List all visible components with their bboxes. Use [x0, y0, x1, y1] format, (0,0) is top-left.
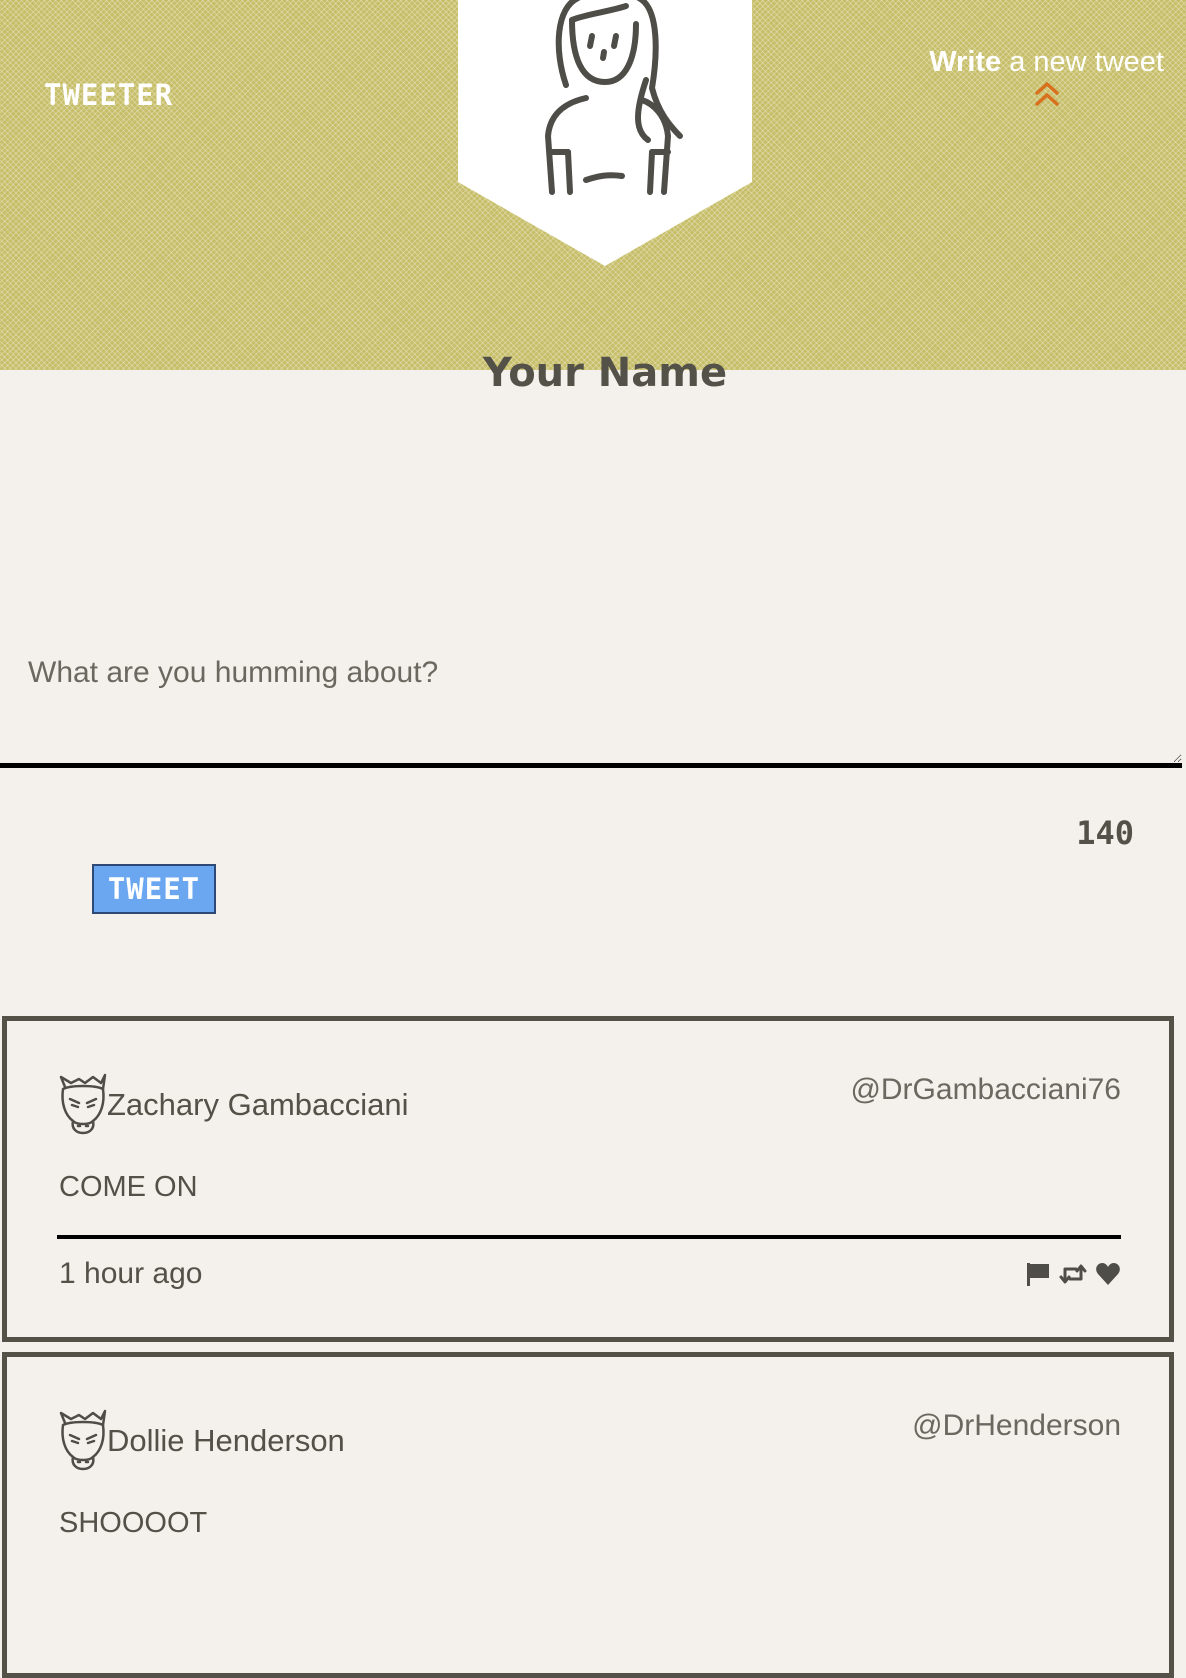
tweet-actions	[1025, 1261, 1121, 1287]
user-avatar-icon	[59, 1073, 107, 1135]
tweet-text: COME ON	[59, 1171, 198, 1203]
tweet-button[interactable]: TWEET	[92, 864, 216, 914]
tweet-text: SHOOOOT	[59, 1507, 208, 1539]
tweet-author-handle[interactable]: @DrGambacciani76	[850, 1073, 1121, 1107]
tweet-footer: 1 hour ago	[57, 1235, 1121, 1315]
profile-header: TWEETER Write a new tweet	[0, 0, 1186, 370]
tweet-author-name[interactable]: Dollie Henderson	[107, 1423, 345, 1459]
tweet-card: Zachary Gambacciani @DrGambacciani76 COM…	[2, 1016, 1174, 1342]
flag-icon[interactable]	[1025, 1261, 1051, 1287]
profile-avatar	[458, 0, 752, 266]
character-counter: 140	[1076, 814, 1134, 852]
retweet-icon[interactable]	[1059, 1261, 1087, 1287]
profile-name: Your Name	[482, 350, 728, 396]
brand-logo[interactable]: TWEETER	[44, 78, 173, 112]
user-avatar-icon	[59, 1409, 107, 1471]
write-new-tweet-link[interactable]: Write a new tweet	[929, 46, 1164, 109]
heart-icon[interactable]	[1095, 1262, 1121, 1286]
double-chevron-up-icon	[1034, 82, 1059, 106]
tweet-timestamp: 1 hour ago	[59, 1257, 203, 1290]
tweet-author-handle[interactable]: @DrHenderson	[912, 1409, 1121, 1443]
tweet-author-name[interactable]: Zachary Gambacciani	[107, 1087, 409, 1123]
write-new-tweet-label: Write a new tweet	[929, 46, 1164, 78]
tweet-compose-input[interactable]	[0, 636, 1182, 768]
tweet-card: Dollie Henderson @DrHenderson SHOOOOT	[2, 1352, 1174, 1678]
